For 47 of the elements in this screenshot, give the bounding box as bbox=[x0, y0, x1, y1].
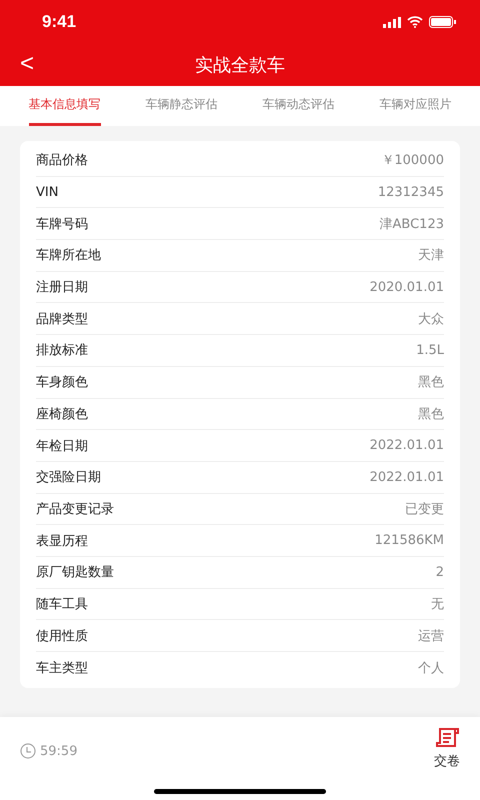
clock-icon bbox=[20, 743, 36, 759]
field-label: 排放标准 bbox=[36, 342, 88, 360]
field-label: 车牌所在地 bbox=[36, 247, 101, 264]
field-value: 黑色 bbox=[418, 406, 444, 423]
field-value: ￥100000 bbox=[381, 152, 444, 170]
field-value: 已变更 bbox=[405, 500, 444, 518]
tab[interactable]: 车辆对应照片 bbox=[380, 86, 452, 126]
field-value: 2 bbox=[436, 564, 444, 580]
field-label: 商品价格 bbox=[36, 152, 88, 170]
field-value: 津ABC123 bbox=[380, 216, 444, 233]
page-title: 实战全款车 bbox=[195, 54, 285, 77]
field-value: 无 bbox=[431, 596, 444, 613]
field-value: 大众 bbox=[418, 310, 444, 328]
field-label: 座椅颜色 bbox=[36, 406, 88, 423]
field-value: 2022.01.01 bbox=[370, 470, 444, 485]
field-label: 使用性质 bbox=[36, 628, 88, 645]
field-label: 年检日期 bbox=[36, 438, 88, 455]
field-label: VIN bbox=[36, 184, 58, 200]
field-value: 黑色 bbox=[418, 374, 444, 392]
field-value: 2022.01.01 bbox=[370, 438, 444, 454]
field-label: 产品变更记录 bbox=[36, 500, 114, 518]
field-label: 品牌类型 bbox=[36, 310, 88, 328]
field-label: 注册日期 bbox=[36, 279, 88, 296]
field-value: 个人 bbox=[418, 660, 444, 677]
wifi-icon bbox=[407, 16, 423, 28]
field-value: 运营 bbox=[418, 628, 444, 645]
back-button[interactable]: < bbox=[14, 50, 40, 78]
field-value: 2020.01.01 bbox=[370, 280, 444, 295]
field-label: 车主类型 bbox=[36, 660, 88, 677]
status-time: 9:41 bbox=[42, 12, 76, 32]
field-value: 12312345 bbox=[378, 184, 444, 200]
tab[interactable]: 车辆动态评估 bbox=[262, 86, 334, 126]
field-value: 121586KM bbox=[374, 533, 444, 548]
field-label: 随车工具 bbox=[36, 596, 88, 613]
field-label: 交强险日期 bbox=[36, 469, 101, 486]
field-label: 原厂钥匙数量 bbox=[36, 564, 114, 582]
battery-icon bbox=[429, 16, 456, 28]
field-label: 车牌号码 bbox=[36, 216, 88, 233]
tab[interactable]: 车辆静态评估 bbox=[146, 86, 218, 126]
field-label: 表显历程 bbox=[36, 532, 88, 550]
signal-icon bbox=[383, 16, 401, 28]
timer-text: 59:59 bbox=[40, 744, 78, 758]
tab[interactable]: 基本信息填写 bbox=[28, 86, 100, 126]
field-value: 天津 bbox=[418, 247, 444, 264]
field-label: 车身颜色 bbox=[36, 374, 88, 392]
field-value: 1.5L bbox=[416, 342, 444, 358]
submit-button[interactable]: 交卷 bbox=[434, 727, 460, 770]
